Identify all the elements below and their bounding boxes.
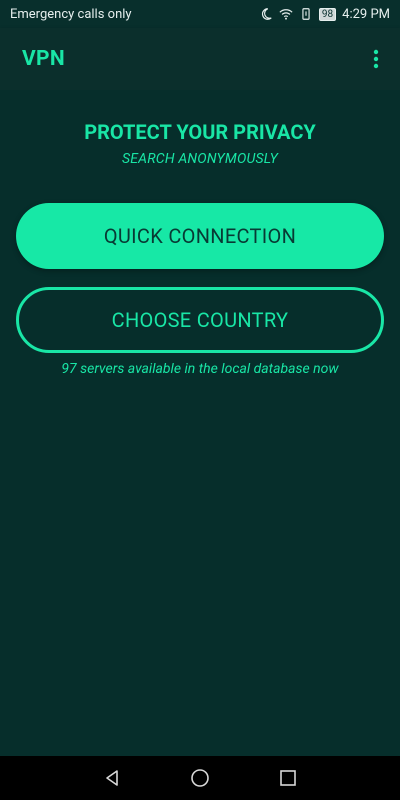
clock: 4:29 PM bbox=[342, 6, 390, 22]
app-title: VPN bbox=[22, 47, 65, 71]
status-icons: 98 4:29 PM bbox=[259, 7, 390, 22]
choose-country-button[interactable]: CHOOSE COUNTRY bbox=[16, 287, 384, 353]
recents-icon[interactable] bbox=[277, 767, 299, 789]
status-bar: Emergency calls only 98 4:29 PM bbox=[0, 0, 400, 28]
vibrate-icon bbox=[302, 8, 310, 20]
home-icon[interactable] bbox=[189, 767, 211, 789]
battery-icon: 98 bbox=[318, 7, 337, 21]
headline: PROTECT YOUR PRIVACY bbox=[84, 120, 316, 144]
main-content: PROTECT YOUR PRIVACY SEARCH ANONYMOUSLY … bbox=[0, 90, 400, 756]
network-status: Emergency calls only bbox=[10, 6, 132, 22]
back-icon[interactable] bbox=[101, 767, 123, 789]
navigation-bar bbox=[0, 756, 400, 800]
moon-icon bbox=[261, 8, 272, 20]
servers-available-note: 97 servers available in the local databa… bbox=[61, 361, 339, 377]
wifi-icon bbox=[279, 9, 293, 20]
subheadline: SEARCH ANONYMOUSLY bbox=[121, 151, 279, 167]
quick-connection-button[interactable]: QUICK CONNECTION bbox=[16, 203, 384, 269]
overflow-menu-icon[interactable] bbox=[366, 44, 386, 74]
app-bar: VPN bbox=[0, 28, 400, 90]
